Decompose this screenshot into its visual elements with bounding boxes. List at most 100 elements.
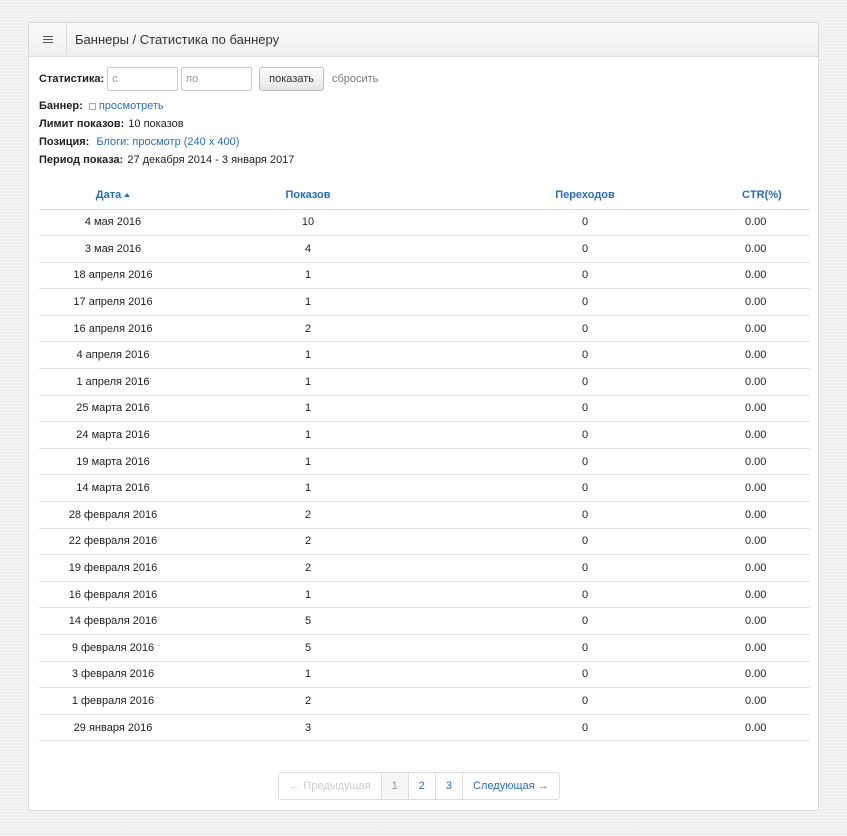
cell-views: 2 <box>187 528 429 556</box>
table-row: 14 февраля 2016 5 0 0.00 <box>39 607 810 635</box>
table-row: 3 февраля 2016 1 0 0.00 <box>39 661 810 689</box>
table-row: 19 февраля 2016 2 0 0.00 <box>39 554 810 582</box>
cell-views: 1 <box>187 288 429 316</box>
table-row: 25 марта 2016 1 0 0.00 <box>39 395 810 423</box>
cell-views: 1 <box>187 581 429 609</box>
table-row: 3 мая 2016 4 0 0.00 <box>39 235 810 263</box>
table-row: 4 мая 2016 10 0 0.00 <box>39 209 810 237</box>
cell-clicks: 0 <box>429 714 741 742</box>
cell-clicks: 0 <box>429 607 741 635</box>
cell-date: 14 февраля 2016 <box>39 607 187 635</box>
cell-views: 1 <box>187 448 429 476</box>
cell-clicks: 0 <box>429 634 741 662</box>
table-row: 4 апреля 2016 1 0 0.00 <box>39 341 810 370</box>
reset-link[interactable]: сбросить <box>332 73 378 85</box>
cell-views: 2 <box>187 315 429 343</box>
cell-ctr: 0.00 <box>741 315 810 343</box>
cell-clicks: 0 <box>429 315 741 343</box>
cell-ctr: 0.00 <box>741 395 810 423</box>
cell-ctr: 0.00 <box>741 288 810 316</box>
cell-date: 17 апреля 2016 <box>39 288 187 316</box>
cell-ctr: 0.00 <box>741 262 810 290</box>
cell-clicks: 0 <box>429 395 741 423</box>
table-row: 22 февраля 2016 2 0 0.00 <box>39 528 810 556</box>
cell-ctr: 0.00 <box>741 501 810 529</box>
cell-clicks: 0 <box>429 368 741 396</box>
menu-icon[interactable] <box>29 23 67 56</box>
cell-ctr: 0.00 <box>741 448 810 476</box>
page-button-1[interactable]: 1 <box>380 772 409 801</box>
column-header-clicks[interactable]: Переходов <box>429 182 741 210</box>
cell-date: 1 апреля 2016 <box>39 368 187 396</box>
cell-ctr: 0.00 <box>741 341 810 370</box>
banner-view-link[interactable]: просмотреть <box>99 100 164 112</box>
cell-clicks: 0 <box>429 661 741 689</box>
cell-views: 1 <box>187 421 429 449</box>
cell-views: 1 <box>187 341 429 370</box>
cell-ctr: 0.00 <box>741 661 810 689</box>
cell-date: 14 марта 2016 <box>39 474 187 503</box>
cell-clicks: 0 <box>429 528 741 556</box>
cell-ctr: 0.00 <box>741 421 810 449</box>
cell-clicks: 0 <box>429 341 741 370</box>
main-panel: Баннеры / Статистика по баннеру Статисти… <box>28 22 819 811</box>
cell-clicks: 0 <box>429 209 741 237</box>
column-header-ctr[interactable]: CTR(%) <box>741 182 810 210</box>
table-body: 4 мая 2016 10 0 0.00 3 мая 2016 4 0 0.00 18 апре… <box>39 209 810 742</box>
next-page-button[interactable]: Следующая → <box>462 772 560 801</box>
page-button-3[interactable]: 3 <box>434 772 464 801</box>
cell-date: 25 марта 2016 <box>39 395 187 423</box>
content: Статистика: показать сбросить Баннер: про… <box>29 57 818 801</box>
cell-views: 2 <box>187 501 429 529</box>
cell-clicks: 0 <box>429 554 741 582</box>
limit-value: 10 показов <box>128 118 184 130</box>
cell-views: 1 <box>187 262 429 290</box>
table-row: 1 февраля 2016 2 0 0.00 <box>39 687 810 715</box>
column-header-views[interactable]: Показов <box>187 182 429 210</box>
table-row: 28 февраля 2016 2 0 0.00 <box>39 501 810 529</box>
cell-ctr: 0.00 <box>741 235 810 263</box>
cell-ctr: 0.00 <box>741 687 810 715</box>
cell-clicks: 0 <box>429 687 741 715</box>
cell-clicks: 0 <box>429 288 741 316</box>
pagination: ← Предыдущая 1 2 3 Следующая → <box>31 772 808 801</box>
cell-ctr: 0.00 <box>741 607 810 635</box>
cell-date: 16 апреля 2016 <box>39 315 187 343</box>
cell-ctr: 0.00 <box>741 714 810 742</box>
table-row: 16 апреля 2016 2 0 0.00 <box>39 315 810 343</box>
table-row: 29 января 2016 3 0 0.00 <box>39 714 810 742</box>
cell-clicks: 0 <box>429 501 741 529</box>
cell-views: 2 <box>187 554 429 582</box>
cell-views: 2 <box>187 687 429 715</box>
cell-views: 4 <box>187 235 429 263</box>
column-header-date[interactable]: Дата <box>39 182 187 210</box>
table-row: 1 апреля 2016 1 0 0.00 <box>39 368 810 396</box>
table-row: 24 марта 2016 1 0 0.00 <box>39 421 810 449</box>
period-label: Период показа: <box>39 154 124 166</box>
cell-date: 29 января 2016 <box>39 714 187 742</box>
stats-filter: Статистика: показать сбросить <box>39 67 808 91</box>
show-button[interactable]: показать <box>259 67 324 91</box>
panel-header: Баннеры / Статистика по баннеру <box>29 23 818 57</box>
cell-ctr: 0.00 <box>741 368 810 396</box>
cell-views: 1 <box>187 368 429 396</box>
cell-ctr: 0.00 <box>741 581 810 609</box>
banner-row: Баннер: просмотреть <box>39 97 808 115</box>
cell-clicks: 0 <box>429 448 741 476</box>
limit-label: Лимит показов: <box>39 118 125 130</box>
table-row: 14 марта 2016 1 0 0.00 <box>39 474 810 503</box>
cell-date: 4 апреля 2016 <box>39 341 187 370</box>
table-row: 19 марта 2016 1 0 0.00 <box>39 448 810 476</box>
date-from-input[interactable] <box>107 67 179 91</box>
banner-info: Баннер: просмотреть Лимит показов: 10 пока… <box>39 97 808 169</box>
cell-ctr: 0.00 <box>741 209 810 237</box>
cell-date: 24 марта 2016 <box>39 421 187 449</box>
filter-label: Статистика: <box>39 73 105 85</box>
cell-views: 1 <box>187 395 429 423</box>
cell-date: 3 февраля 2016 <box>39 661 187 689</box>
page-button-2[interactable]: 2 <box>407 772 436 801</box>
cell-views: 5 <box>187 634 429 662</box>
date-to-input[interactable] <box>181 67 253 91</box>
banner-label: Баннер: <box>39 100 83 112</box>
position-link[interactable]: Блоги: просмотр (240 x 400) <box>96 136 239 148</box>
